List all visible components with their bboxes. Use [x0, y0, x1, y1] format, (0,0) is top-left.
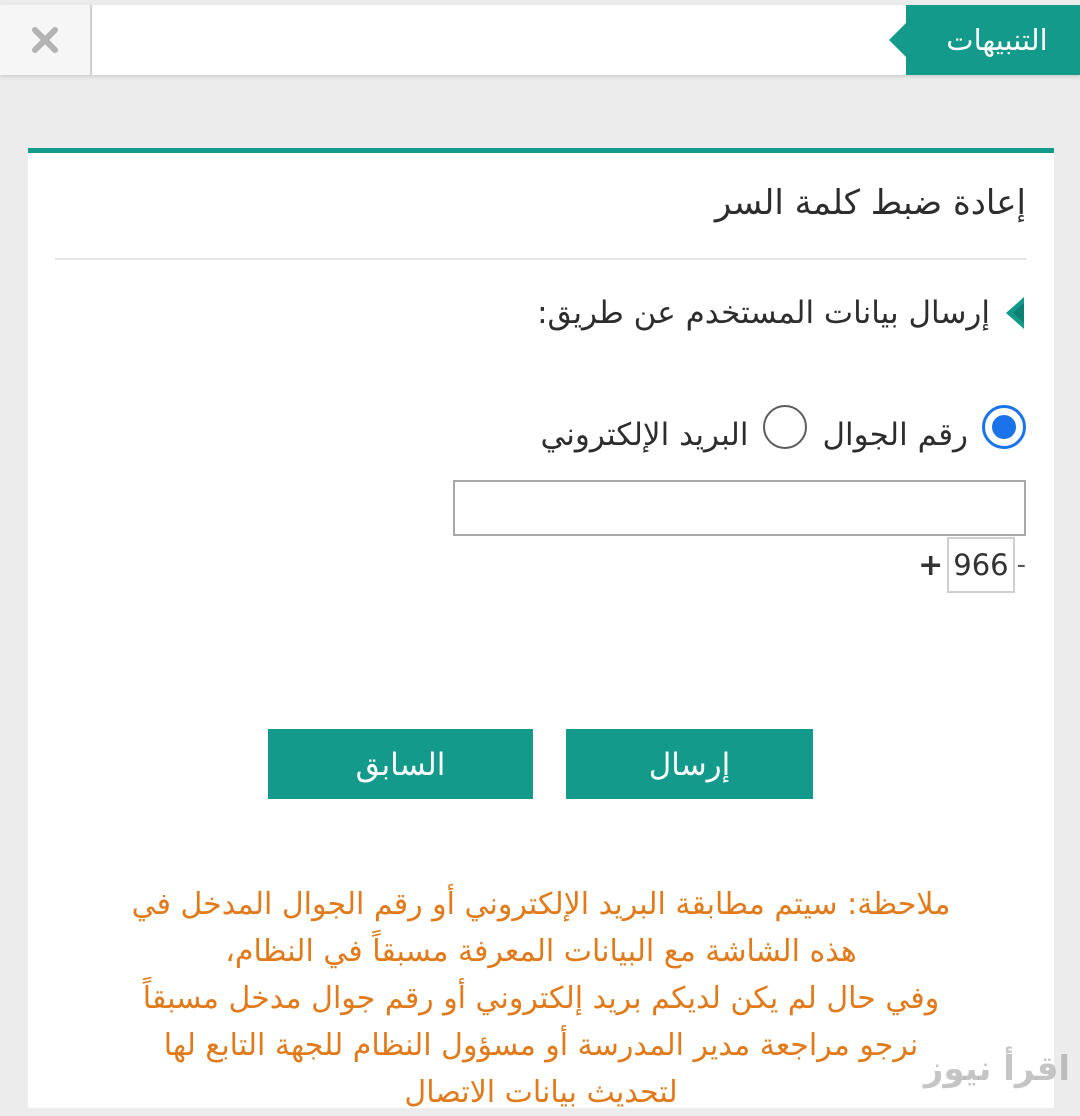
note-line: ملاحظة: سيتم مطابقة البريد الإلكتروني أو… [58, 881, 1024, 928]
previous-button[interactable]: السابق [268, 729, 533, 799]
radio-email[interactable] [763, 405, 807, 449]
section-heading-text: إرسال بيانات المستخدم عن طريق: [537, 295, 990, 331]
reset-password-card: إعادة ضبط كلمة السر إرسال بيانات المستخد… [28, 148, 1054, 1108]
radio-email-option[interactable]: البريد الإلكتروني [540, 405, 806, 453]
section-heading: إرسال بيانات المستخدم عن طريق: [537, 293, 1026, 333]
note-line: هذه الشاشة مع البيانات المعرفة مسبقاً في… [58, 928, 1024, 975]
plus-sign: + [918, 548, 943, 583]
radio-email-label[interactable]: البريد الإلكتروني [540, 417, 748, 453]
country-code-prefix: + 966 - [918, 537, 1026, 593]
title-divider [55, 258, 1027, 260]
note-line: نرجو مراجعة مدير المدرسة أو مسؤول النظام… [58, 1022, 1024, 1069]
note-text: ملاحظة: سيتم مطابقة البريد الإلكتروني أو… [58, 881, 1024, 1116]
notifications-tab-label: التنبيهات [946, 23, 1047, 57]
close-icon [30, 25, 60, 55]
note-line: وفي حال لم يكن لديكم بريد إلكتروني أو رق… [58, 975, 1024, 1022]
radio-mobile-option[interactable]: رقم الجوال [823, 405, 1027, 453]
page-title: إعادة ضبط كلمة السر [715, 183, 1026, 223]
close-notifications-button[interactable] [0, 5, 92, 75]
arrow-left-icon [1004, 293, 1026, 333]
radio-mobile[interactable] [982, 405, 1026, 449]
watermark-logo: اقرأ نيوز [924, 1049, 1070, 1089]
mobile-number-input[interactable] [453, 480, 1026, 536]
country-code-box: 966 [947, 537, 1014, 593]
notifications-tab[interactable]: التنبيهات [906, 5, 1080, 75]
send-button[interactable]: إرسال [566, 729, 813, 799]
note-line: لتحديث بيانات الاتصال [58, 1069, 1024, 1116]
prefix-dash: - [1017, 550, 1026, 580]
notifications-bar: التنبيهات [0, 5, 1080, 75]
radio-mobile-label[interactable]: رقم الجوال [823, 417, 969, 453]
send-method-radio-group: رقم الجوال البريد الإلكتروني [466, 405, 1026, 453]
